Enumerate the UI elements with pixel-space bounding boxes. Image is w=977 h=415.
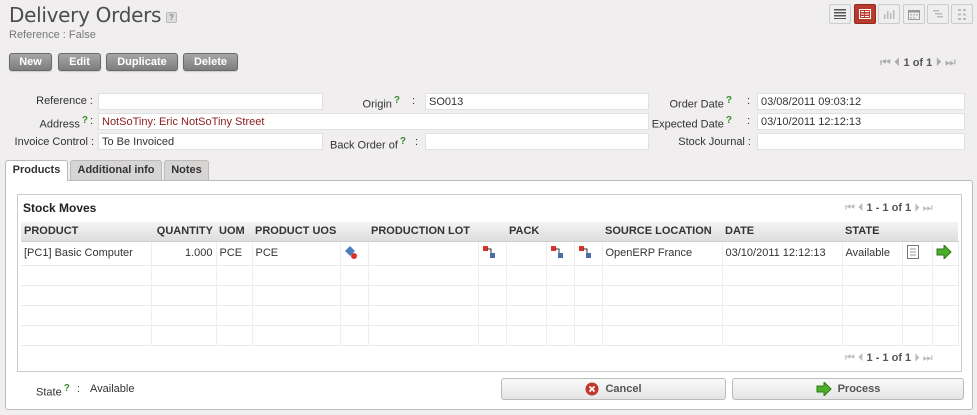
stock-journal-field[interactable] [757, 133, 965, 150]
column-header[interactable]: PRODUCTION LOT [368, 222, 478, 242]
delete-button[interactable]: Delete [183, 53, 238, 71]
date-cell: 03/10/2011 12:12:13 [722, 241, 843, 266]
first-page-icon[interactable]: ⏮ [845, 202, 855, 214]
uom-cell: PCE [216, 241, 253, 266]
product-cell: [PC1] Basic Computer [21, 241, 152, 266]
column-header[interactable]: UOM [216, 222, 252, 242]
list-view-icon[interactable] [829, 4, 851, 24]
split-lot-icon[interactable] [340, 241, 369, 266]
column-header[interactable]: PRODUCT UOS [252, 222, 340, 242]
order-date-field[interactable]: 03/08/2011 09:03:12 [757, 93, 965, 110]
origin-label: Origin? [362, 95, 400, 111]
state-label: State? [36, 383, 70, 399]
address-label: Address? [39, 115, 88, 131]
record-subtitle: Reference : False [9, 29, 96, 41]
prev-page-icon[interactable]: ⏴ [858, 352, 864, 364]
source-location-cell: OpenERP France [602, 241, 723, 266]
expected-date-label: Expected Date? [651, 115, 732, 131]
page-title: Delivery Orders [9, 3, 162, 27]
back-order-field[interactable] [425, 133, 649, 150]
invoice-control-field[interactable]: To Be Invoiced [98, 133, 323, 150]
column-header[interactable]: DATE [722, 222, 842, 242]
state-cell: Available [842, 241, 903, 266]
diagram-view-icon[interactable] [951, 4, 973, 24]
change-lot-icon[interactable] [478, 241, 507, 266]
tab-notes[interactable]: Notes [164, 160, 209, 180]
stock-moves-title: Stock Moves [23, 201, 97, 215]
process-arrow-icon[interactable] [932, 241, 959, 266]
expected-date-field[interactable]: 03/10/2011 12:12:13 [757, 113, 965, 130]
production-lot-cell [368, 241, 479, 266]
prev-page-icon[interactable]: ⏴ [858, 202, 864, 214]
process-icon [816, 382, 832, 396]
last-record-icon[interactable]: ⏭ [945, 55, 956, 69]
column-header[interactable]: STATE [842, 222, 902, 242]
process-button[interactable]: Process [732, 378, 964, 400]
tab-additional-info[interactable]: Additional info [70, 160, 162, 180]
table-row [21, 265, 959, 286]
edit-button[interactable]: Edit [58, 53, 101, 71]
next-page-icon[interactable]: ⏵ [914, 202, 920, 214]
record-count: 1 of 1 [903, 57, 933, 69]
stock-journal-label: Stock Journal : [678, 136, 751, 148]
put-in-pack-icon[interactable] [546, 241, 575, 266]
last-page-icon[interactable]: ⏭ [923, 352, 933, 364]
table-row[interactable]: [PC1] Basic Computer 1.000 PCE PCE OpenE… [21, 241, 959, 266]
product-uos-cell: PCE [252, 241, 341, 266]
state-value: Available [90, 383, 135, 395]
prev-record-icon[interactable]: ⏴ [894, 55, 900, 69]
duplicate-button[interactable]: Duplicate [106, 53, 178, 71]
next-record-icon[interactable]: ⏵ [936, 55, 942, 69]
column-header[interactable]: PRODUCT [21, 222, 151, 242]
column-header[interactable]: SOURCE LOCATION [602, 222, 722, 242]
help-icon[interactable]: ? [166, 12, 177, 23]
next-page-icon[interactable]: ⏵ [914, 352, 920, 364]
cancel-icon [585, 382, 599, 396]
back-order-label: Back Order of? [330, 136, 406, 152]
table-header-row: PRODUCT QUANTITY UOM PRODUCT UOS PRODUCT… [21, 222, 958, 242]
new-button[interactable]: New [9, 53, 52, 71]
tab-products[interactable]: Products [5, 160, 68, 181]
pack-cell [506, 241, 547, 266]
column-header[interactable]: QUANTITY [151, 222, 216, 242]
track-line-icon[interactable] [574, 241, 603, 266]
first-page-icon[interactable]: ⏮ [845, 352, 855, 364]
reference-label: Reference : [36, 95, 93, 107]
quantity-cell: 1.000 [151, 241, 217, 266]
reference-field[interactable] [98, 93, 323, 110]
address-field[interactable]: NotSoTiny: Eric NotSoTiny Street [98, 113, 649, 130]
origin-field[interactable]: SO013 [425, 93, 649, 110]
graph-view-icon[interactable] [878, 4, 900, 24]
invoice-control-label: Invoice Control : [14, 136, 94, 148]
last-page-icon[interactable]: ⏭ [923, 202, 933, 214]
record-pager: ⏮ ⏴ 1 of 1 ⏵ ⏭ [880, 55, 956, 70]
first-record-icon[interactable]: ⏮ [880, 55, 891, 69]
order-date-label: Order Date? [669, 95, 732, 111]
cancel-button[interactable]: Cancel [501, 378, 726, 400]
table-row [21, 305, 959, 326]
table-row [21, 325, 959, 346]
stock-moves-pager-top: ⏮ ⏴ 1 - 1 of 1 ⏵ ⏭ [845, 202, 933, 214]
document-icon[interactable] [902, 241, 933, 266]
form-view-icon[interactable] [854, 4, 876, 24]
gantt-view-icon[interactable] [927, 4, 949, 24]
column-header[interactable]: PACK [506, 222, 546, 242]
table-row [21, 285, 959, 306]
calendar-view-icon[interactable] [903, 4, 925, 24]
stock-moves-pager-bottom: ⏮ ⏴ 1 - 1 of 1 ⏵ ⏭ [845, 352, 933, 364]
stock-moves-table: PRODUCT QUANTITY UOM PRODUCT UOS PRODUCT… [21, 222, 959, 346]
